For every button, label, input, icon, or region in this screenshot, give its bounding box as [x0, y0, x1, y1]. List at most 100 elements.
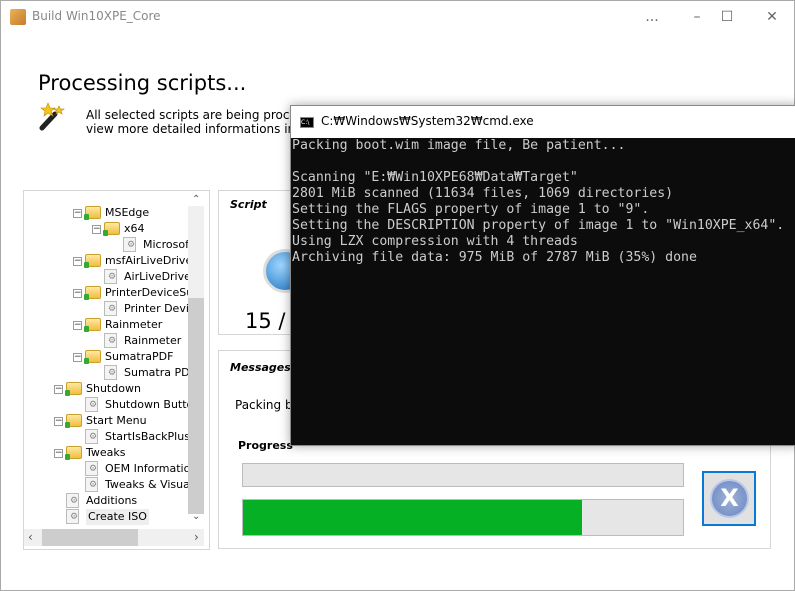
collapse-toggle-icon[interactable]: − [54, 449, 63, 458]
folder-icon [65, 382, 82, 396]
scrollbar-thumb[interactable] [188, 298, 204, 514]
cancel-x-icon: X [710, 479, 749, 518]
tree-item[interactable]: − x64 [24, 221, 188, 237]
folder-icon [84, 206, 101, 220]
tree-item-label: StartIsBackPlus [105, 430, 190, 443]
cmd-window[interactable]: C:\ C:₩Windows₩System32₩cmd.exe Packing … [290, 105, 795, 446]
tree-item-label: SumatraPDF [105, 350, 174, 363]
progress-bar-2 [242, 499, 684, 536]
magic-wand-icon [39, 102, 65, 131]
vertical-scrollbar[interactable] [188, 206, 204, 514]
script-file-icon [85, 429, 98, 444]
tree-item-label: x64 [124, 222, 145, 235]
collapse-toggle-icon[interactable]: − [73, 321, 82, 330]
description-line: All selected scripts are being processe [86, 108, 317, 122]
tree-item[interactable]: − PrinterDeviceSup [24, 285, 200, 301]
collapse-toggle-icon[interactable]: − [73, 209, 82, 218]
tree-item[interactable]: − Rainmeter [24, 317, 188, 333]
tree-item[interactable]: − Shutdown [24, 381, 188, 397]
tree-item[interactable]: StartIsBackPlus [24, 429, 190, 445]
script-file-icon [85, 477, 98, 492]
folder-icon [84, 318, 101, 332]
folder-icon [65, 414, 82, 428]
script-file-icon [104, 301, 117, 316]
tree-item[interactable]: Create ISO [24, 509, 188, 525]
tree-item-label: MSEdge [105, 206, 150, 219]
script-file-icon [104, 269, 117, 284]
tree-item-label: Additions [86, 494, 138, 507]
maximize-button[interactable]: ☐ [704, 5, 750, 29]
tree-item[interactable]: − SumatraPDF [24, 349, 188, 365]
tree-item[interactable]: Printer Devic [24, 301, 195, 317]
group-title: Script [230, 198, 267, 211]
tree-item[interactable]: Shutdown Button [24, 397, 200, 413]
tree-item-label: Start Menu [86, 414, 147, 427]
tree-item[interactable]: − msfAirLiveDrive [24, 253, 192, 269]
scroll-up-icon[interactable]: ⌃ [192, 194, 200, 205]
collapse-toggle-icon[interactable]: − [73, 353, 82, 362]
console-line: Archiving file data: 975 MiB of 2787 MiB… [292, 250, 697, 265]
tree-item-label: Printer Devic [124, 302, 195, 315]
app-icon [10, 9, 26, 25]
tree-item[interactable]: AirLiveDrive [24, 269, 191, 285]
console-line: Setting the FLAGS property of image 1 to… [292, 202, 650, 217]
collapse-toggle-icon[interactable]: − [73, 289, 82, 298]
tree-item[interactable]: − MSEdge [24, 205, 188, 221]
tree-item[interactable]: − Tweaks [24, 445, 188, 461]
console-line: Setting the DESCRIPTION property of imag… [292, 218, 785, 233]
progress-label: Progress [238, 439, 293, 452]
scroll-left-icon[interactable]: ‹ [28, 530, 33, 544]
page-title: Processing scripts... [38, 71, 247, 95]
cmd-title: C:₩Windows₩System32₩cmd.exe [321, 114, 534, 128]
scroll-down-icon[interactable]: ⌄ [192, 511, 200, 522]
window-title: Build Win10XPE_Core [32, 9, 161, 23]
tree-item-label: PrinterDeviceSup [105, 286, 201, 299]
collapse-toggle-icon[interactable]: − [92, 225, 101, 234]
close-button[interactable]: ✕ [749, 5, 795, 29]
tree-item[interactable]: Additions [24, 493, 188, 509]
tree-item-label: Tweaks [86, 446, 126, 459]
script-tree[interactable]: −MSEdge−x64Microsoft−msfAirLiveDriveAirL… [23, 190, 210, 550]
collapse-toggle-icon[interactable]: − [54, 417, 63, 426]
script-counter: 15 / [245, 309, 286, 333]
folder-icon [84, 350, 101, 364]
horizontal-scrollbar[interactable]: ‹ › [24, 529, 204, 546]
tree-item-label: Sumatra PDF [124, 366, 196, 379]
description-line: view more detailed informations inside [86, 122, 320, 136]
script-file-icon [66, 509, 79, 524]
folder-icon [65, 446, 82, 460]
tree-item[interactable]: Rainmeter [24, 333, 188, 349]
progress-bar-1 [242, 463, 684, 487]
script-file-icon [104, 333, 117, 348]
script-file-icon [123, 237, 136, 252]
folder-icon [103, 222, 120, 236]
collapse-toggle-icon[interactable]: − [54, 385, 63, 394]
script-file-icon [66, 493, 79, 508]
collapse-toggle-icon[interactable]: − [73, 257, 82, 266]
tree-item[interactable]: OEM Information [24, 461, 197, 477]
tree-item[interactable]: Sumatra PDF [24, 365, 196, 381]
tree-item-label: Microsoft [143, 238, 194, 251]
console-line: Packing boot.wim image file, Be patient.… [292, 138, 626, 153]
progress-fill [243, 500, 582, 535]
tree-item[interactable]: Tweaks & Visual E [24, 477, 203, 493]
cmd-icon: C:\ [300, 117, 314, 128]
tree-item-label: Rainmeter [124, 334, 182, 347]
tree-item-label: Create ISO [86, 509, 149, 525]
tree-item-label: Rainmeter [105, 318, 163, 331]
more-button[interactable]: ... [629, 5, 675, 29]
tree-item-label: AirLiveDrive [124, 270, 191, 283]
tree-item-label: Shutdown [86, 382, 141, 395]
console-line: Using LZX compression with 4 threads [292, 234, 578, 249]
description: All selected scripts are being processe … [86, 108, 320, 136]
console-line: 2801 MiB scanned (11634 files, 1069 dire… [292, 186, 674, 201]
scrollbar-thumb[interactable] [42, 529, 138, 546]
script-file-icon [85, 461, 98, 476]
tree-item-label: OEM Information [105, 462, 198, 475]
cmd-title-bar[interactable]: C:\ C:₩Windows₩System32₩cmd.exe [291, 106, 795, 138]
scroll-right-icon[interactable]: › [194, 530, 199, 544]
cancel-button[interactable]: X [702, 471, 756, 526]
tree-item[interactable]: − Start Menu [24, 413, 188, 429]
tree-item[interactable]: Microsoft [24, 237, 193, 253]
